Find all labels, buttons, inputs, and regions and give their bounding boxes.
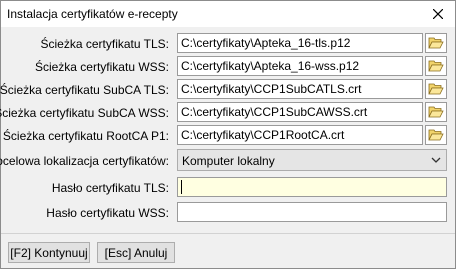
tls-path-label: Ścieżka certyfikatu TLS: [40, 37, 170, 51]
location-selected-value: Komputer lokalny [182, 154, 275, 168]
wss-path-value: C:\certyfikaty\Apteka_16-wss.p12 [181, 59, 360, 73]
subca-tls-path-value: C:\certyfikaty\CCP1SubCATLS.crt [181, 82, 362, 96]
chevron-down-icon [431, 157, 441, 163]
folder-open-icon [428, 83, 444, 95]
dialog-window: Instalacja certyfikatów e-recepty Ścieżk… [0, 0, 456, 269]
subca-tls-path-label: Ścieżka certyfikatu SubCA TLS: [0, 83, 169, 97]
close-icon [433, 9, 443, 19]
close-button[interactable] [427, 3, 449, 25]
footer-divider [1, 233, 455, 234]
wss-path-browse-button[interactable] [425, 56, 447, 76]
tls-path-browse-button[interactable] [425, 33, 447, 53]
cancel-button[interactable]: [Esc] Anuluj [97, 242, 175, 263]
wss-password-field[interactable] [177, 202, 447, 222]
wss-path-label: Ścieżka certyfikatu WSS: [34, 60, 169, 74]
location-label: Docelowa lokalizacja certyfikatów: [0, 154, 169, 168]
tls-path-value: C:\certyfikaty\Apteka_16-tls.p12 [181, 36, 351, 50]
tls-password-field[interactable] [177, 177, 447, 197]
tls-path-field[interactable]: C:\certyfikaty\Apteka_16-tls.p12 [177, 33, 423, 53]
tls-password-label: Hasło certyfikatu TLS: [51, 181, 169, 195]
location-select[interactable]: Komputer lokalny [177, 149, 447, 171]
title-bar: Instalacja certyfikatów e-recepty [1, 1, 455, 27]
rootca-path-label: Ścieżka certyfikatu RootCA P1: [2, 129, 169, 143]
rootca-path-field[interactable]: C:\certyfikaty\CCP1RootCA.crt [177, 125, 423, 145]
folder-open-icon [428, 60, 444, 72]
folder-open-icon [428, 106, 444, 118]
wss-path-field[interactable]: C:\certyfikaty\Apteka_16-wss.p12 [177, 56, 423, 76]
subca-wss-path-browse-button[interactable] [425, 102, 447, 122]
wss-password-label: Hasło certyfikatu WSS: [46, 206, 169, 220]
rootca-path-browse-button[interactable] [425, 125, 447, 145]
subca-wss-path-field[interactable]: C:\certyfikaty\CCP1SubCAWSS.crt [177, 102, 423, 122]
text-caret [181, 180, 182, 194]
window-title: Instalacja certyfikatów e-recepty [7, 7, 178, 21]
continue-button[interactable]: [F2] Kontynuuj [8, 242, 90, 263]
subca-tls-path-browse-button[interactable] [425, 79, 447, 99]
subca-wss-path-value: C:\certyfikaty\CCP1SubCAWSS.crt [181, 105, 368, 119]
folder-open-icon [428, 37, 444, 49]
subca-wss-path-label: Ścieżka certyfikatu SubCA WSS: [0, 106, 169, 120]
folder-open-icon [428, 129, 444, 141]
subca-tls-path-field[interactable]: C:\certyfikaty\CCP1SubCATLS.crt [177, 79, 423, 99]
rootca-path-value: C:\certyfikaty\CCP1RootCA.crt [181, 128, 345, 142]
